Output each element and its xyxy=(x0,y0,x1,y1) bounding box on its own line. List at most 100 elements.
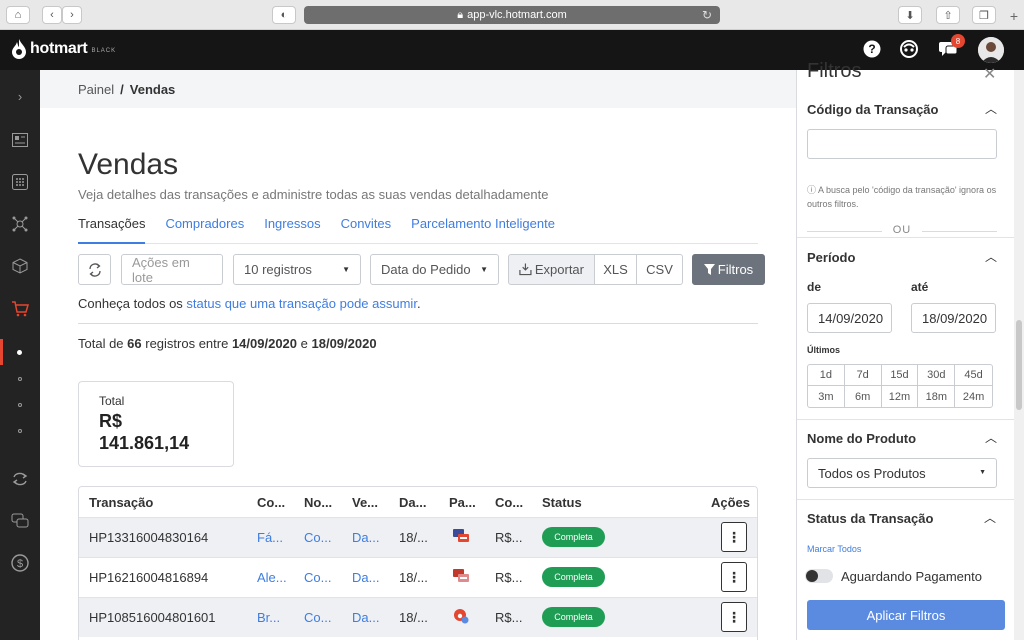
quick-period-1d[interactable]: 1d xyxy=(808,365,845,386)
home-icon[interactable]: ⌂ xyxy=(6,6,30,24)
product-link[interactable]: Co... xyxy=(304,570,331,585)
chevron-up-icon[interactable]: ︿ xyxy=(985,248,997,265)
quick-period-30d[interactable]: 30d xyxy=(918,365,956,386)
hotmart-logo[interactable]: hotmart BLACK xyxy=(12,39,116,59)
quick-period-15d[interactable]: 15d xyxy=(881,365,919,386)
address-bar[interactable]: 🔒︎ app-vlc.hotmart.com ↻ xyxy=(304,6,720,24)
total-currency: R$ xyxy=(99,411,123,431)
subnav-dot[interactable] xyxy=(18,403,22,407)
order-select[interactable]: Data do Pedido ▼ xyxy=(370,254,499,285)
chevron-up-icon[interactable]: ︿ xyxy=(985,100,997,117)
section-title: Código da Transação xyxy=(807,102,939,117)
mark-all-link[interactable]: Marcar Todos xyxy=(807,544,861,554)
chevron-up-icon[interactable]: ︿ xyxy=(984,509,996,526)
transaction-code-input[interactable] xyxy=(807,129,997,159)
row-actions-button[interactable]: ⋮ xyxy=(721,562,747,592)
breadcrumb-separator: / xyxy=(120,81,124,97)
network-icon[interactable] xyxy=(10,214,30,234)
tab-transacoes[interactable]: Transações xyxy=(78,214,146,244)
date-from-input[interactable]: 14/09/2020 xyxy=(807,303,892,333)
status-info-link[interactable]: status que uma transação pode assumir xyxy=(186,296,417,311)
top-bar: hotmart BLACK ? 8 xyxy=(0,30,1024,70)
status-badge: Completa xyxy=(542,607,605,627)
col-vendedor[interactable]: Ve... xyxy=(352,495,378,510)
subnav-dot[interactable] xyxy=(18,377,22,381)
export-button[interactable]: Exportar xyxy=(508,254,595,285)
row-value: R$... xyxy=(495,530,523,545)
forward-icon[interactable]: › xyxy=(62,6,82,24)
buyer-link[interactable]: Ale... xyxy=(257,570,287,585)
to-label: até xyxy=(911,280,929,294)
col-comprador[interactable]: Co... xyxy=(257,495,285,510)
date-to-input[interactable]: 18/09/2020 xyxy=(911,303,996,333)
reload-icon[interactable]: ↻ xyxy=(702,8,712,22)
row-actions-button[interactable]: ⋮ xyxy=(721,602,747,632)
per-page-select[interactable]: 10 registros ▼ xyxy=(233,254,361,285)
subnav-dot-active[interactable] xyxy=(17,350,22,355)
quick-period-12m[interactable]: 12m xyxy=(882,386,919,407)
table-row[interactable]: HP16216004816894 Ale... Co... Da... 18/.… xyxy=(79,557,757,597)
close-icon[interactable]: ✕ xyxy=(983,64,996,84)
filters-button[interactable]: Filtros xyxy=(692,254,765,285)
col-status[interactable]: Status xyxy=(542,495,582,510)
sales-cart-icon[interactable] xyxy=(10,299,30,319)
row-value: R$... xyxy=(495,610,523,625)
seller-link[interactable]: Da... xyxy=(352,610,379,625)
product-select[interactable]: Todos os Produtos ▼ xyxy=(807,458,997,488)
url-text: app-vlc.hotmart.com xyxy=(467,9,567,21)
apply-filters-button[interactable]: Aplicar Filtros xyxy=(807,600,1005,630)
status-toggle[interactable] xyxy=(805,569,833,583)
col-comissao[interactable]: Co... xyxy=(495,495,523,510)
seller-link[interactable]: Da... xyxy=(352,570,379,585)
row-actions-button[interactable]: ⋮ xyxy=(721,522,747,552)
quick-period-24m[interactable]: 24m xyxy=(955,386,992,407)
quick-period-18m[interactable]: 18m xyxy=(918,386,956,407)
seller-link[interactable]: Da... xyxy=(352,530,379,545)
help-icon[interactable]: ? xyxy=(861,38,883,60)
buyer-link[interactable]: Fá... xyxy=(257,530,283,545)
product-link[interactable]: Co... xyxy=(304,610,331,625)
product-link[interactable]: Co... xyxy=(304,530,331,545)
expand-chevron-icon[interactable]: › xyxy=(10,86,30,106)
quick-period-7d[interactable]: 7d xyxy=(844,365,882,386)
buyer-link[interactable]: Br... xyxy=(257,610,280,625)
breadcrumb-parent[interactable]: Painel xyxy=(78,82,114,97)
avatar[interactable] xyxy=(978,37,1004,63)
support-icon[interactable] xyxy=(898,38,920,60)
tab-ingressos[interactable]: Ingressos xyxy=(264,214,320,244)
total-label: Total xyxy=(99,394,125,408)
tab-compradores[interactable]: Compradores xyxy=(165,214,244,244)
from-label: de xyxy=(807,280,822,294)
xls-button[interactable]: XLS xyxy=(594,254,637,285)
apps-icon[interactable] xyxy=(10,172,30,192)
chat-icon[interactable]: 8 xyxy=(937,34,965,60)
scrollbar-thumb[interactable] xyxy=(1016,320,1022,410)
col-pagamento[interactable]: Pa... xyxy=(449,495,476,510)
table-row[interactable]: HP108516004801601 Br... Co... Da... 18/.… xyxy=(79,597,757,637)
chevron-up-icon[interactable]: ︿ xyxy=(985,429,997,446)
tab-convites[interactable]: Convites xyxy=(341,214,392,244)
finance-dollar-icon[interactable]: $ xyxy=(10,553,30,573)
table-row[interactable]: HP13316004830164 Fá... Co... Da... 18/..… xyxy=(79,517,757,557)
reader-icon[interactable]: ◐ xyxy=(272,6,296,24)
quick-period-6m[interactable]: 6m xyxy=(845,386,882,407)
download-icon[interactable]: ⬇ xyxy=(898,6,922,24)
col-data[interactable]: Da... xyxy=(399,495,426,510)
new-tab-icon[interactable]: + xyxy=(1010,8,1018,24)
bulk-actions-button[interactable]: Ações em lote xyxy=(121,254,223,285)
back-icon[interactable]: ‹ xyxy=(42,6,62,24)
quick-period-3m[interactable]: 3m xyxy=(808,386,845,407)
recurrence-icon[interactable] xyxy=(10,469,30,489)
quick-period-45d[interactable]: 45d xyxy=(955,365,992,386)
csv-button[interactable]: CSV xyxy=(636,254,683,285)
tabs-icon[interactable]: ❐ xyxy=(972,6,996,24)
dashboard-icon[interactable] xyxy=(10,130,30,150)
messages-icon[interactable] xyxy=(10,511,30,531)
subnav-dot[interactable] xyxy=(18,429,22,433)
col-nome[interactable]: No... xyxy=(304,495,332,510)
product-box-icon[interactable] xyxy=(10,256,30,276)
col-transacao[interactable]: Transação xyxy=(89,495,153,510)
refresh-button[interactable] xyxy=(78,254,111,285)
tab-parcelamento[interactable]: Parcelamento Inteligente xyxy=(411,214,555,244)
share-icon[interactable]: ⇧ xyxy=(936,6,960,24)
